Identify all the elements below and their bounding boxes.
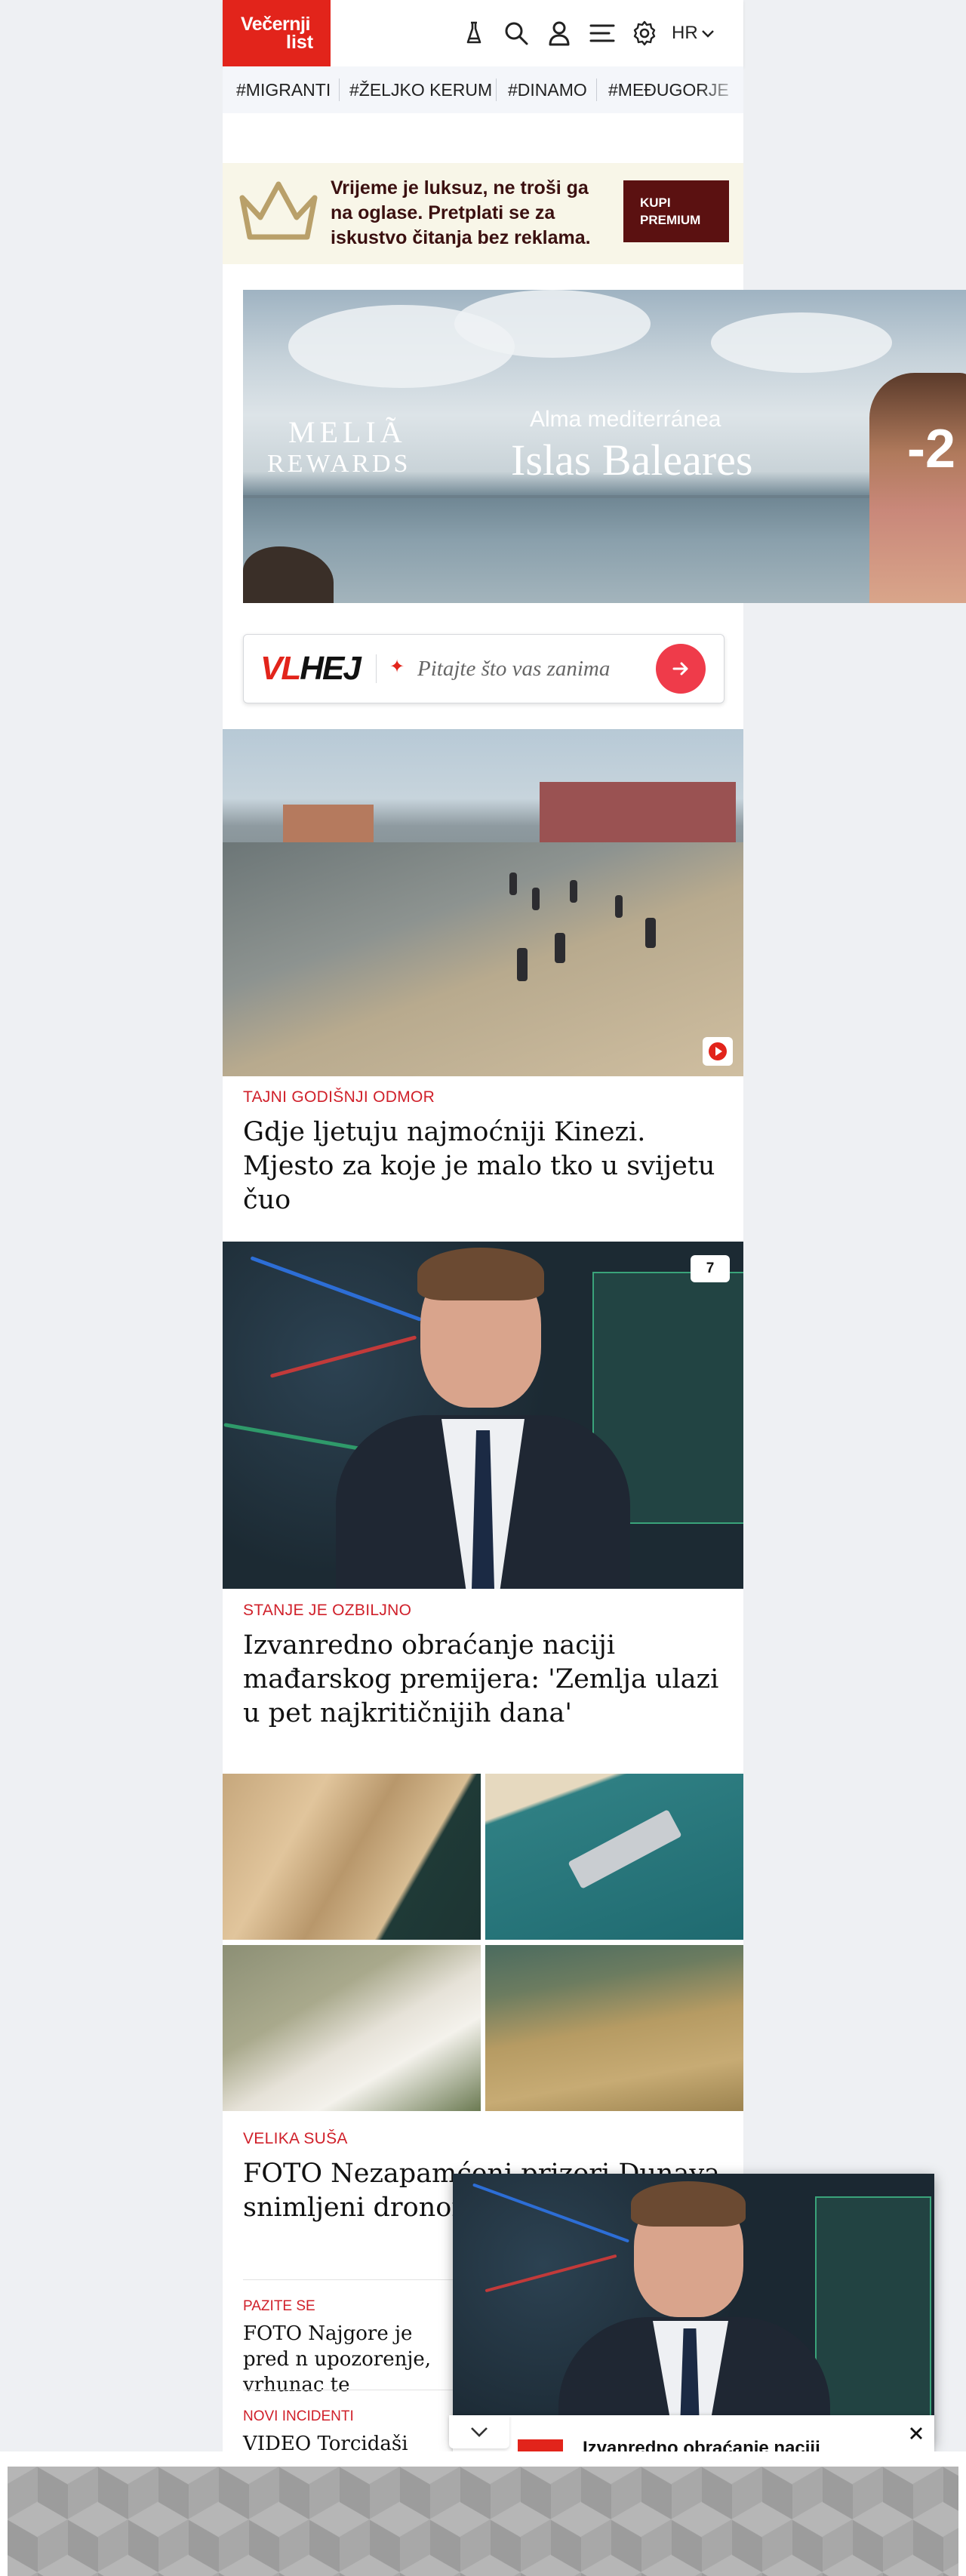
- sparkle-icon: ✦: [389, 657, 405, 677]
- image-person: [555, 933, 565, 963]
- ad-horizon: [243, 495, 966, 498]
- small-article-kicker[interactable]: PAZITE SE: [243, 2298, 315, 2315]
- site-logo[interactable]: Večernji list: [223, 0, 331, 66]
- article-kicker[interactable]: TAJNI GODIŠNJI ODMOR: [243, 1088, 435, 1106]
- floating-video-player[interactable]: [453, 2174, 934, 2445]
- crown-icon: [239, 181, 318, 240]
- chevron-down-icon: [701, 29, 714, 38]
- site-header: Večernji list HR: [223, 0, 743, 66]
- video-data-panel: [815, 2196, 931, 2426]
- article-image-aerial-2[interactable]: [485, 1774, 743, 1940]
- buy-premium-line1: KUPI: [640, 195, 671, 210]
- ad-cloud: [711, 312, 892, 373]
- ad-brand-rewards: REWARDS: [267, 450, 411, 478]
- image-person: [645, 918, 656, 948]
- image-building: [540, 782, 736, 850]
- article-kicker[interactable]: STANJE JE OZBILJNO: [243, 1602, 411, 1620]
- vlhej-search-box: VLHEJ ✦: [243, 634, 724, 703]
- image-person: [615, 895, 623, 918]
- search-icon[interactable]: [500, 17, 533, 50]
- premium-flask-icon[interactable]: [457, 17, 491, 50]
- image-person: [570, 880, 577, 903]
- ad-rocks: [243, 546, 334, 603]
- premium-promo-text: Vrijeme je luksuz, ne troši ga na oglase…: [331, 177, 591, 248]
- ad-person-image: [869, 373, 966, 603]
- video-person-hair: [631, 2181, 746, 2227]
- close-video-button[interactable]: [903, 2420, 930, 2447]
- logo-line2: list: [286, 32, 314, 53]
- vlhej-search-input[interactable]: [416, 653, 660, 685]
- vlhej-submit-button[interactable]: [656, 644, 706, 694]
- tag-link[interactable]: #DINAMO: [508, 80, 587, 100]
- tag-separator: [496, 78, 497, 101]
- vlhej-logo-hej: HEJ: [300, 650, 361, 687]
- language-label: HR: [672, 23, 698, 43]
- image-person: [532, 888, 540, 910]
- article-image-aerial-3[interactable]: [223, 1945, 481, 2111]
- ad-title: Islas Baleares: [511, 435, 753, 485]
- image-ship: [568, 1809, 682, 1889]
- premium-promo-banner: Vrijeme je luksuz, ne troši ga na oglase…: [223, 163, 743, 264]
- user-icon[interactable]: [543, 17, 576, 50]
- tag-separator: [596, 78, 597, 101]
- comment-count-badge[interactable]: 7: [691, 1255, 730, 1282]
- vlhej-logo-vl: VL: [260, 650, 301, 687]
- bottom-sticky-advertisement[interactable]: [0, 2451, 966, 2576]
- ad-subtitle: Alma mediterránea: [530, 407, 721, 432]
- image-person: [509, 873, 517, 895]
- video-play-button[interactable]: [703, 1037, 733, 1066]
- small-article-kicker[interactable]: NOVI INCIDENTI: [243, 2408, 354, 2425]
- buy-premium-button[interactable]: KUPI PREMIUM: [623, 180, 729, 242]
- article-image-aerial-4[interactable]: [485, 1945, 743, 2111]
- vlhej-separator: [376, 654, 377, 683]
- collapse-video-button[interactable]: [449, 2415, 509, 2448]
- article-headline[interactable]: Izvanredno obraćanje naciji mađarskog pr…: [243, 1629, 726, 1731]
- article-kicker[interactable]: VELIKA SUŠA: [243, 2130, 348, 2148]
- image-person: [517, 948, 528, 981]
- image-shore: [223, 842, 743, 1076]
- article-headline[interactable]: Gdje ljetuju najmoćniji Kinezi. Mjesto z…: [243, 1116, 726, 1217]
- article-image-studio[interactable]: 7: [223, 1242, 743, 1589]
- buy-premium-line2: PREMIUM: [640, 213, 701, 227]
- chevron-down-icon: [471, 2427, 488, 2437]
- ad-cube-pattern: [8, 2467, 958, 2576]
- vlhej-logo: VLHEJ: [260, 650, 361, 688]
- play-icon: [709, 1042, 727, 1060]
- settings-gear-icon[interactable]: [628, 17, 661, 50]
- article-image-aerial-1[interactable]: [223, 1774, 481, 1940]
- menu-icon[interactable]: [586, 17, 619, 50]
- close-icon: [910, 2427, 922, 2439]
- image-person-hair: [417, 1248, 544, 1300]
- advertisement-banner[interactable]: MELIÃ REWARDS Alma mediterránea Islas Ba…: [243, 290, 966, 603]
- ad-discount-badge: -2: [907, 419, 956, 479]
- ad-brand-name: MELIÃ: [288, 415, 407, 449]
- arrow-right-icon: [672, 662, 688, 676]
- small-article-headline[interactable]: FOTO Najgore je pred n upozorenje, vrhun…: [243, 2321, 462, 2398]
- tag-link[interactable]: #ŽELJKO KERUM: [349, 80, 492, 100]
- tag-link[interactable]: #MIGRANTI: [236, 80, 331, 100]
- trending-tags-bar: #MIGRANTI #ŽELJKO KERUM #DINAMO #MEĐUGOR…: [223, 66, 743, 113]
- ad-cloud: [454, 290, 651, 358]
- article-image-beach[interactable]: [223, 729, 743, 1076]
- tag-separator: [339, 78, 340, 101]
- tags-fade: [698, 66, 743, 113]
- language-selector[interactable]: HR: [672, 23, 715, 44]
